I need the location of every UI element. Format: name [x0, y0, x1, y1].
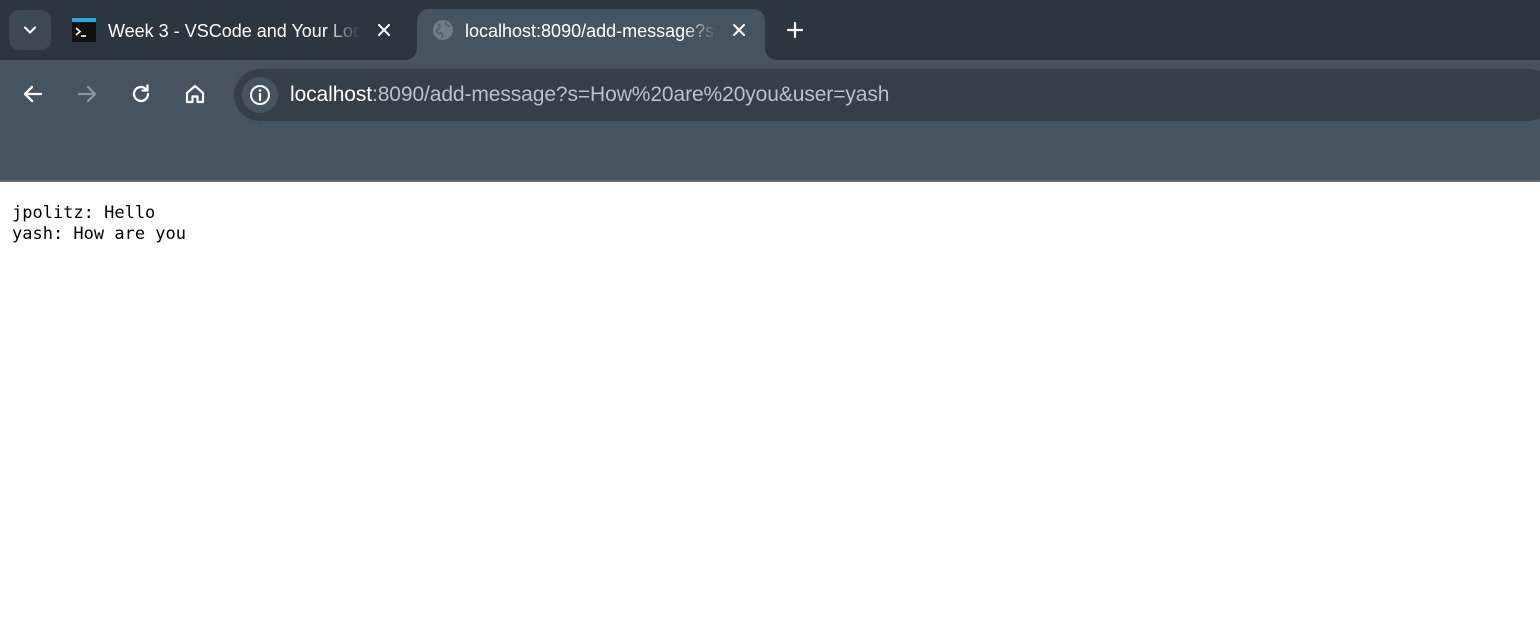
- globe-icon: [431, 18, 455, 42]
- url-path: :8090/add-message?s=How%20are%20you&user…: [371, 83, 890, 106]
- info-icon: [250, 85, 270, 105]
- page-content: jpolitz: Hello yash: How are you: [0, 182, 1540, 631]
- new-tab-button[interactable]: [780, 15, 810, 45]
- tab-search-button[interactable]: [9, 10, 51, 50]
- url-host: localhost: [290, 83, 372, 106]
- tab-title: Week 3 - VSCode and Your Loc: [108, 21, 360, 41]
- close-icon[interactable]: [374, 20, 394, 40]
- message-line: yash: How are you: [12, 224, 186, 244]
- tab-strip: Week 3 - VSCode and Your Loc localhost:8…: [0, 0, 1540, 60]
- url-text[interactable]: localhost:8090/add-message?s=How%20are%2…: [290, 83, 889, 107]
- chevron-down-icon: [24, 26, 36, 34]
- message-line: jpolitz: Hello: [12, 203, 156, 223]
- message-list: jpolitz: Hello yash: How are you: [12, 203, 186, 245]
- terminal-icon: [72, 18, 96, 42]
- home-icon: [185, 84, 205, 104]
- arrow-left-icon: [23, 85, 43, 103]
- forward-button[interactable]: [71, 78, 103, 110]
- reload-icon: [132, 84, 150, 103]
- home-button[interactable]: [179, 78, 211, 110]
- tab-title: localhost:8090/add-message?s=How%20are%2…: [465, 21, 717, 41]
- close-icon[interactable]: [729, 20, 749, 40]
- address-bar[interactable]: localhost:8090/add-message?s=How%20are%2…: [234, 69, 1540, 121]
- reload-button[interactable]: [125, 78, 157, 110]
- back-button[interactable]: [17, 78, 49, 110]
- plus-icon: [786, 21, 804, 39]
- site-info-button[interactable]: [242, 77, 278, 113]
- toolbar: localhost:8090/add-message?s=How%20are%2…: [0, 60, 1540, 181]
- arrow-right-icon: [77, 85, 97, 103]
- tab-week3-vscode[interactable]: Week 3 - VSCode and Your Loc: [58, 9, 410, 60]
- tab-localhost-add-message[interactable]: localhost:8090/add-message?s=How%20are%2…: [417, 9, 765, 60]
